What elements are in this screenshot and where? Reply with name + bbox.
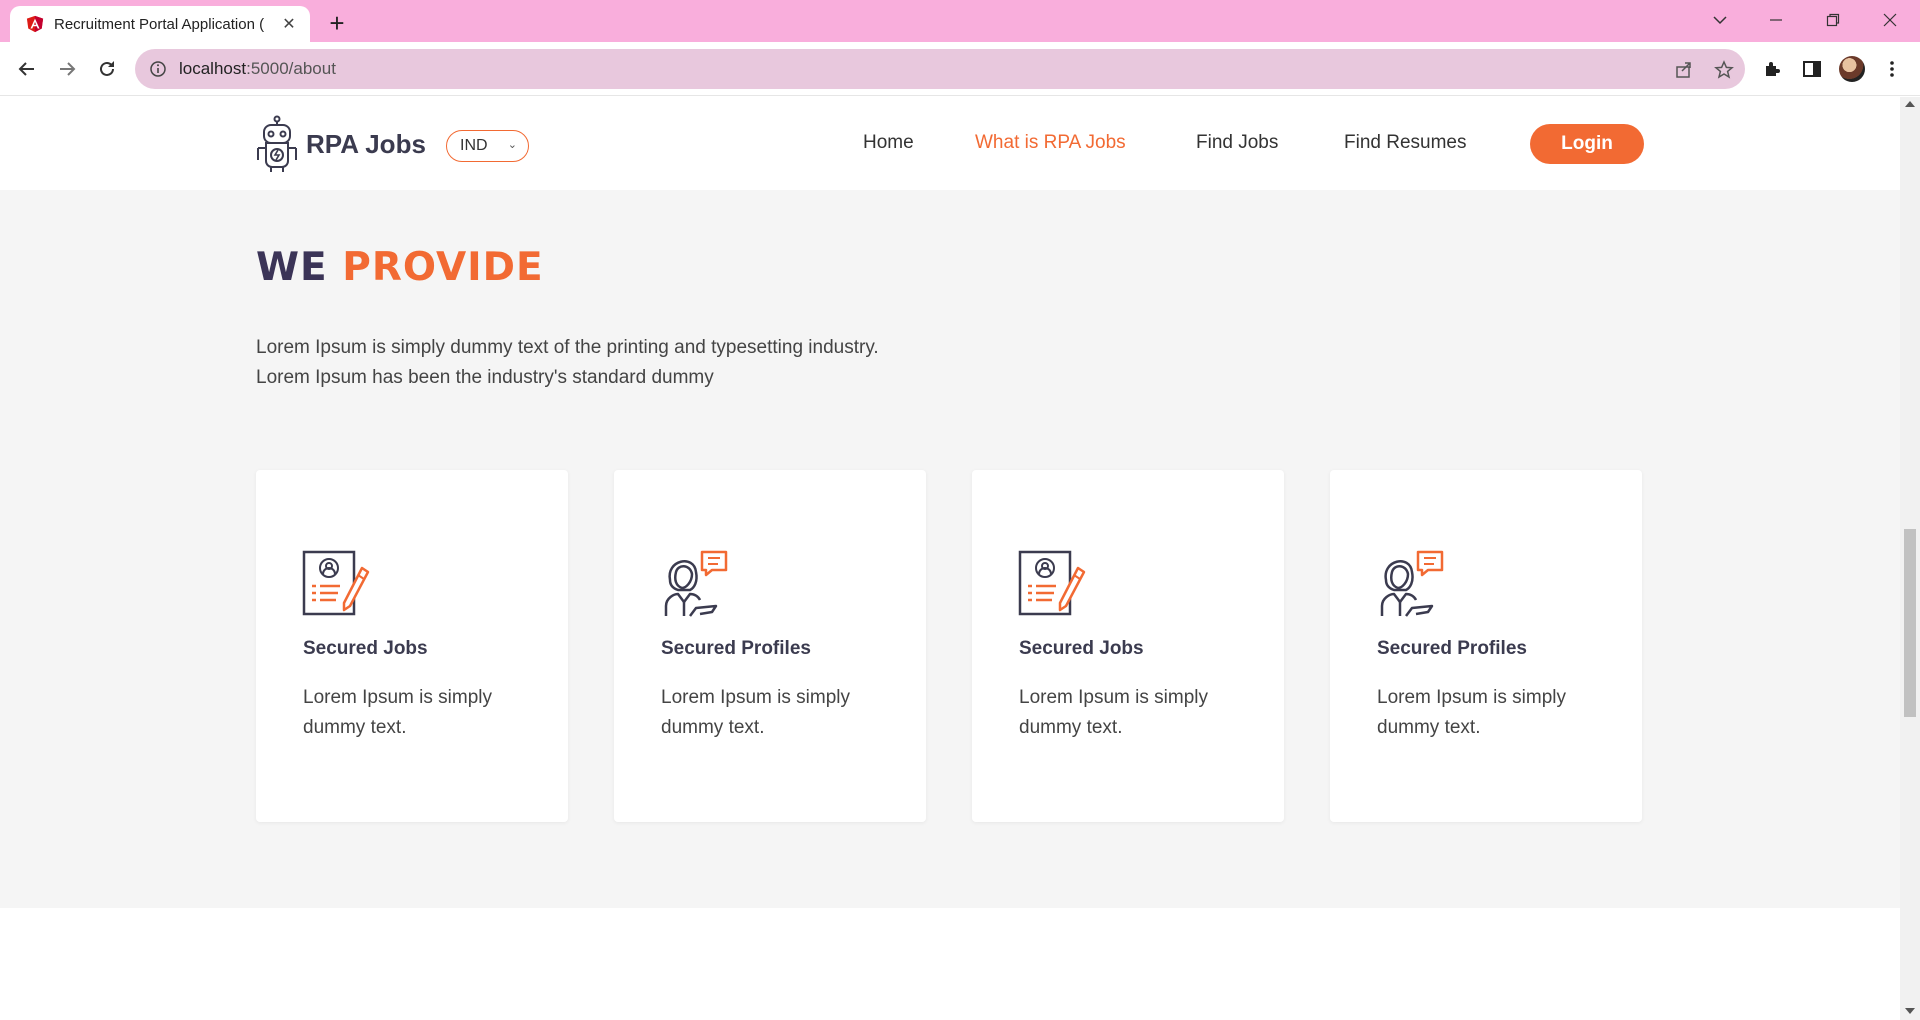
nav-what-is-rpa-jobs[interactable]: What is RPA Jobs — [975, 132, 1126, 154]
minimize-icon — [1770, 19, 1782, 21]
reload-icon — [100, 61, 114, 76]
login-button[interactable]: Login — [1530, 124, 1644, 164]
back-button[interactable] — [12, 54, 42, 84]
nav-find-jobs[interactable]: Find Jobs — [1196, 132, 1278, 154]
robot-icon — [257, 115, 297, 172]
bookmark-star-icon[interactable] — [1713, 59, 1735, 81]
browser-tab-strip: Recruitment Portal Application ( ✕ + — [0, 0, 1920, 42]
url-host: localhost — [179, 59, 247, 78]
site-logo[interactable]: RPA Jobs — [254, 115, 426, 173]
card-text: Lorem Ipsum is simply dummy text. — [303, 687, 492, 738]
menu-icon[interactable] — [1878, 55, 1906, 83]
site-header: RPA Jobs IND ⌄ Home What is RPA Jobs Fin… — [0, 97, 1900, 190]
avatar — [1839, 56, 1865, 82]
feature-card: Secured Jobs Lorem Ipsum is simply dummy… — [972, 470, 1284, 822]
arrow-right-icon — [60, 62, 76, 76]
reload-button[interactable] — [92, 54, 122, 84]
card-title: Secured Profiles — [661, 638, 811, 659]
heading-part-2: PROVIDE — [342, 245, 544, 290]
close-tab-icon[interactable]: ✕ — [278, 13, 300, 35]
arrow-left-icon — [18, 62, 34, 76]
info-icon[interactable] — [149, 60, 167, 78]
feature-card: Secured Jobs Lorem Ipsum is simply dummy… — [256, 470, 568, 822]
country-value: IND — [460, 137, 488, 154]
new-tab-button[interactable]: + — [322, 8, 352, 38]
close-window-button[interactable] — [1862, 0, 1918, 40]
page-scrollbar[interactable] — [1900, 97, 1920, 1020]
nav-find-resumes[interactable]: Find Resumes — [1344, 132, 1467, 154]
profile-avatar[interactable] — [1838, 55, 1866, 83]
resume-edit-icon — [302, 550, 370, 616]
scrollbar-thumb[interactable] — [1904, 529, 1916, 717]
nav-home[interactable]: Home — [863, 132, 914, 154]
chevron-down-icon — [1713, 16, 1727, 25]
card-text: Lorem Ipsum is simply dummy text. — [661, 687, 850, 738]
restore-button[interactable] — [1805, 0, 1861, 40]
url-text[interactable]: localhost:5000/about — [179, 59, 336, 79]
person-chat-icon — [1380, 550, 1444, 617]
extensions-icon[interactable] — [1758, 55, 1786, 83]
card-title: Secured Jobs — [1019, 638, 1144, 659]
country-select[interactable]: IND ⌄ — [446, 130, 529, 162]
close-icon — [1883, 13, 1897, 27]
we-provide-section: WE PROVIDE Lorem Ipsum is simply dummy t… — [0, 190, 1900, 908]
card-title: Secured Profiles — [1377, 638, 1527, 659]
card-text: Lorem Ipsum is simply dummy text. — [1019, 687, 1208, 738]
section-intro: Lorem Ipsum is simply dummy text of the … — [256, 337, 879, 388]
restore-icon — [1826, 13, 1840, 27]
side-panel-icon[interactable] — [1798, 55, 1826, 83]
person-chat-icon — [664, 550, 728, 617]
logo-text: RPA Jobs — [306, 128, 426, 159]
card-title: Secured Jobs — [303, 638, 428, 659]
resume-edit-icon — [1018, 550, 1086, 616]
minimize-button[interactable] — [1748, 0, 1804, 40]
address-bar[interactable]: localhost:5000/about — [135, 49, 1745, 89]
scroll-up-icon[interactable] — [1905, 101, 1915, 107]
tab-search-button[interactable] — [1692, 0, 1748, 40]
url-path: :5000/about — [246, 59, 336, 78]
browser-tab[interactable]: Recruitment Portal Application ( ✕ — [10, 6, 310, 42]
section-heading: WE PROVIDE — [256, 245, 544, 290]
share-icon[interactable] — [1673, 59, 1695, 81]
tab-title: Recruitment Portal Application ( — [54, 15, 265, 33]
page-viewport: RPA Jobs IND ⌄ Home What is RPA Jobs Fin… — [0, 97, 1900, 1020]
angular-icon — [26, 15, 44, 33]
scroll-down-icon[interactable] — [1905, 1008, 1915, 1014]
feature-card: Secured Profiles Lorem Ipsum is simply d… — [614, 470, 926, 822]
card-text: Lorem Ipsum is simply dummy text. — [1377, 687, 1566, 738]
heading-part-1: WE — [256, 245, 328, 290]
browser-toolbar: localhost:5000/about — [0, 42, 1920, 96]
chevron-down-icon: ⌄ — [507, 139, 517, 151]
feature-card: Secured Profiles Lorem Ipsum is simply d… — [1330, 470, 1642, 822]
forward-button[interactable] — [52, 54, 82, 84]
